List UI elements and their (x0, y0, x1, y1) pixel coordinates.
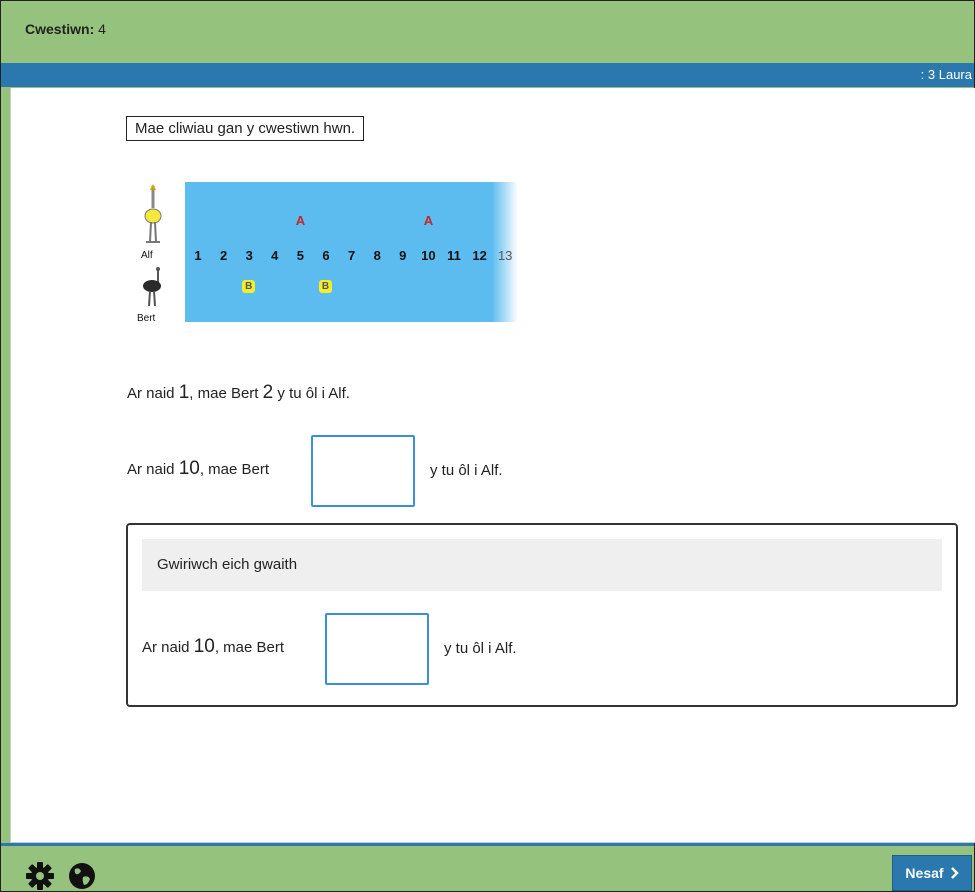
check-mid: , mae Bert (214, 639, 285, 656)
example-pre: Ar naid (127, 385, 175, 402)
number-track-illustration: Alf Bert 1 2 3 4 5 6 7 8 9 10 11 12 13 A A B B (134, 180, 524, 330)
example-jump-number: 1 (178, 382, 190, 403)
check-work-panel: Gwiriwch eich gwaith Ar naid 10, mae Ber… (126, 523, 958, 707)
track-number: 12 (472, 248, 487, 263)
example-sentence: Ar naid 1, mae Bert 2 y tu ôl i Alf. (127, 382, 350, 404)
question-post: y tu ôl i Alf. (430, 462, 503, 479)
footer-bar: Nesaf (1, 843, 974, 891)
track-number: 1 (194, 248, 202, 263)
bert-landing-marker: B (242, 280, 256, 293)
globe-icon[interactable] (67, 861, 97, 891)
hint-text: Mae cliwiau gan y cwestiwn hwn. (126, 116, 365, 141)
alf-landing-marker: A (423, 213, 434, 228)
check-post: y tu ôl i Alf. (444, 640, 517, 657)
check-sentence: Ar naid 10, mae Bert (142, 636, 284, 658)
question-number: 4 (98, 21, 106, 37)
next-button-label: Nesaf (905, 865, 944, 881)
check-work-title: Gwiriwch eich gwaith (157, 556, 298, 573)
gear-icon[interactable] (25, 861, 55, 891)
answer-input[interactable] (311, 435, 415, 507)
example-post: y tu ôl i Alf. (277, 385, 350, 402)
question-sentence: Ar naid 10, mae Bert (127, 458, 269, 480)
check-answer-input[interactable] (325, 613, 429, 685)
user-name: : 3 Laura (920, 67, 972, 82)
track-number: 8 (373, 248, 381, 263)
track-number: 4 (271, 248, 279, 263)
number-track: 1 2 3 4 5 6 7 8 9 10 11 12 13 A A B B (185, 182, 518, 322)
track-number: 13 (497, 248, 513, 263)
alf-landing-marker: A (295, 213, 306, 228)
check-jump-number: 10 (193, 636, 215, 657)
bert-label: Bert (137, 313, 156, 324)
question-indicator: Cwestiwn: 4 (25, 21, 106, 37)
alf-label: Alf (141, 250, 153, 261)
alf-ostrich-icon (144, 184, 162, 243)
track-number: 2 (219, 248, 228, 263)
track-number: 5 (296, 248, 304, 263)
track-number: 7 (347, 248, 356, 263)
question-pre: Ar naid (127, 461, 175, 478)
chevron-right-icon (950, 867, 959, 879)
example-mid: , mae Bert (189, 385, 259, 402)
question-mid: , mae Bert (199, 461, 270, 478)
header: Cwestiwn: 4 (1, 1, 974, 63)
track-number: 3 (245, 248, 253, 263)
check-work-header: Gwiriwch eich gwaith (142, 539, 942, 591)
bert-ostrich-icon (143, 267, 161, 307)
user-bar: : 3 Laura (1, 63, 974, 87)
bert-landing-marker: B (319, 280, 332, 293)
example-distance: 2 (262, 382, 274, 403)
track-number: 10 (421, 248, 436, 263)
next-button[interactable]: Nesaf (892, 855, 972, 891)
track-number: 9 (399, 248, 407, 263)
question-jump-number: 10 (178, 458, 200, 479)
track-number: 11 (447, 248, 461, 263)
question-label: Cwestiwn: (25, 21, 95, 37)
check-pre: Ar naid (142, 639, 190, 656)
track-number: 6 (322, 248, 330, 263)
